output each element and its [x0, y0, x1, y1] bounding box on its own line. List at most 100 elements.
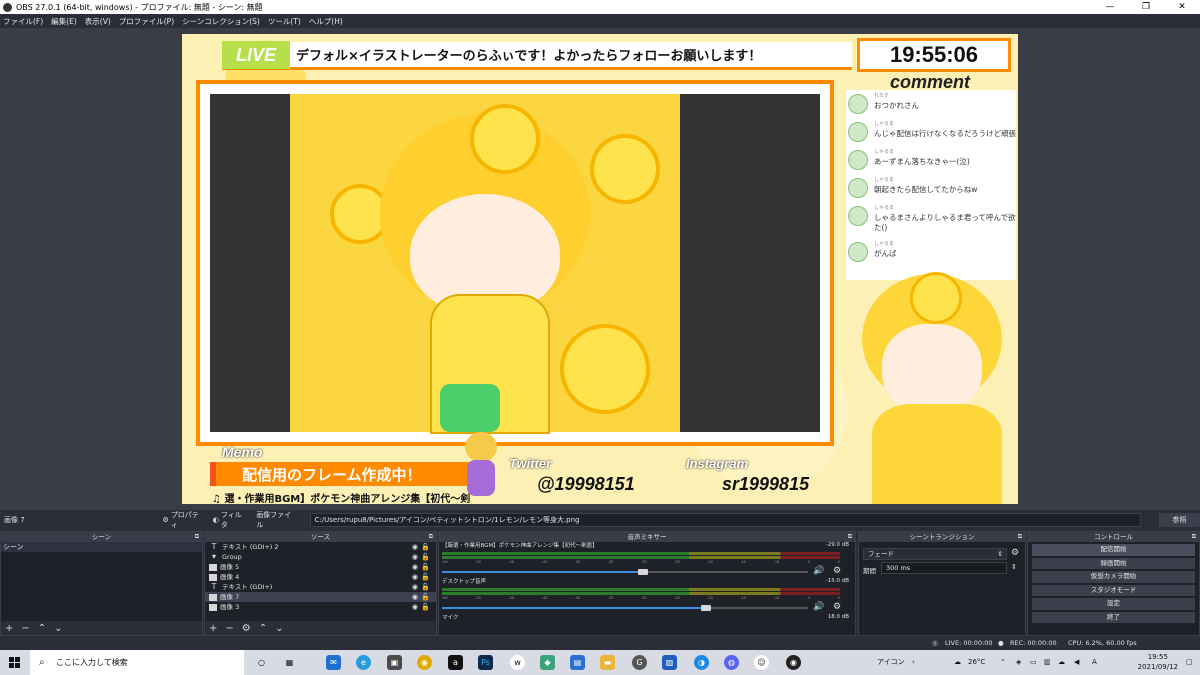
notification-icon[interactable]: ▢	[1186, 650, 1193, 675]
weather-temp[interactable]: 26°C	[968, 650, 985, 675]
unlock-icon[interactable]: 🔓	[421, 572, 430, 582]
volume-slider-handle[interactable]	[700, 605, 711, 611]
app-icon[interactable]: ◆	[540, 655, 555, 670]
chevron-up-icon[interactable]: ⌃	[1000, 650, 1006, 675]
menu-help[interactable]: ヘルプ(H)	[309, 16, 343, 27]
word-app-icon[interactable]: w	[510, 655, 525, 670]
float-dock-icon[interactable]: ⧉	[1192, 532, 1196, 542]
store-icon[interactable]: ▣	[387, 655, 402, 670]
move-down-icon[interactable]: ⌄	[275, 623, 283, 634]
menu-view[interactable]: 表示(V)	[85, 16, 111, 27]
start-streaming-button[interactable]: 配信開始	[1032, 544, 1195, 556]
add-icon[interactable]: +	[209, 623, 217, 634]
settings-button[interactable]: 設定	[1032, 598, 1195, 610]
menu-file[interactable]: ファイル(F)	[3, 16, 43, 27]
transition-select[interactable]: フェード ⇕	[863, 548, 1007, 560]
task-switch-icon[interactable]: ▦	[282, 655, 297, 670]
unlock-icon[interactable]: 🔓	[421, 582, 430, 592]
menu-profile[interactable]: プロファイル(P)	[119, 16, 174, 27]
volume-slider[interactable]	[442, 569, 808, 575]
visibility-eye-icon[interactable]: ◉	[412, 552, 418, 562]
start-virtual-camera-button[interactable]: 仮想カメラ開始	[1032, 571, 1195, 583]
speaker-icon[interactable]: 🔊	[813, 602, 824, 612]
taskbar-search-input[interactable]: ⌕ ここに入力して検索	[30, 650, 244, 675]
close-button[interactable]: ✕	[1164, 0, 1200, 14]
minimize-button[interactable]: —	[1092, 0, 1128, 14]
source-item[interactable]: 画像 3 ◉ 🔓	[205, 602, 436, 612]
unlock-icon[interactable]: 🔓	[421, 542, 430, 552]
move-up-icon[interactable]: ⌃	[38, 623, 46, 634]
menu-scene-collection[interactable]: シーンコレクション(S)	[182, 16, 260, 27]
ime-indicator[interactable]: A	[1092, 650, 1097, 675]
visibility-eye-icon[interactable]: ◉	[412, 542, 418, 552]
app-tray-icon[interactable]: ◈	[1016, 650, 1021, 675]
move-up-icon[interactable]: ⌃	[259, 623, 267, 634]
windows-start-icon[interactable]	[9, 657, 20, 668]
visibility-eye-icon[interactable]: ◉	[412, 592, 418, 602]
maximize-button[interactable]: ❐	[1128, 0, 1164, 14]
battery-icon[interactable]: ▭	[1030, 650, 1037, 675]
float-dock-icon[interactable]: ⧉	[1018, 532, 1022, 542]
remove-icon[interactable]: −	[21, 623, 29, 634]
unlock-icon[interactable]: 🔓	[421, 592, 430, 602]
float-dock-icon[interactable]: ⧉	[195, 532, 199, 542]
studio-mode-button[interactable]: スタジオモード	[1032, 584, 1195, 596]
photos-icon[interactable]: ▧	[662, 655, 677, 670]
visibility-eye-icon[interactable]: ◉	[412, 602, 418, 612]
remove-icon[interactable]: −	[225, 623, 233, 634]
source-item[interactable]: ▾ Group ◉ 🔓	[205, 552, 436, 562]
visibility-eye-icon[interactable]: ◉	[412, 572, 418, 582]
network-icon[interactable]: ▥	[1044, 650, 1051, 675]
weather-icon[interactable]: ☁	[954, 650, 961, 675]
move-down-icon[interactable]: ⌄	[54, 623, 62, 634]
mail-icon[interactable]: ✉	[326, 655, 341, 670]
edge-browser-icon[interactable]: e	[356, 655, 371, 670]
source-item[interactable]: T テキスト (GDI+) 2 ◉ 🔓	[205, 542, 436, 552]
gear-icon[interactable]: ⚙	[833, 602, 841, 612]
source-item-selected[interactable]: 画像 7 ◉ 🔓	[205, 592, 436, 602]
taskbar-clock[interactable]: 19:55 2021/09/12	[1138, 652, 1178, 672]
task-view-icon[interactable]: ○	[254, 655, 269, 670]
menu-tools[interactable]: ツール(T)	[268, 16, 301, 27]
onedrive-icon[interactable]: ☁	[1058, 650, 1065, 675]
duration-field[interactable]: 300 ms	[881, 562, 1007, 574]
menu-edit[interactable]: 編集(E)	[51, 16, 77, 27]
visibility-eye-icon[interactable]: ◉	[412, 582, 418, 592]
amazon-icon[interactable]: a	[448, 655, 463, 670]
properties-button[interactable]: ⚙ プロパティ	[163, 510, 205, 530]
speaker-icon[interactable]: 🔊	[813, 566, 824, 576]
tray-label[interactable]: アイコン	[877, 650, 905, 675]
discord-icon[interactable]: ◍	[724, 655, 739, 670]
browse-button[interactable]: 参照	[1158, 513, 1200, 527]
folder-icon[interactable]: ▬	[600, 655, 615, 670]
source-item[interactable]: T テキスト (GDI+) ◉ 🔓	[205, 582, 436, 592]
add-icon[interactable]: +	[5, 623, 13, 634]
source-item[interactable]: 画像 4 ◉ 🔓	[205, 572, 436, 582]
volume-slider[interactable]	[442, 605, 808, 611]
chevron-left-icon[interactable]: ›	[912, 650, 915, 675]
volume-slider-handle[interactable]	[638, 569, 649, 575]
image-path-field[interactable]: C:/Users/rupu8/Pictures/アイコン/ペティットシトロン/1…	[309, 513, 1141, 527]
source-item[interactable]: 画像 5 ◉ 🔓	[205, 562, 436, 572]
spinner-icon[interactable]: ⇕	[1011, 563, 1017, 571]
filters-button[interactable]: ◐ フィルタ	[213, 510, 248, 530]
unlock-icon[interactable]: 🔓	[421, 602, 430, 612]
chrome-icon[interactable]: ◉	[417, 655, 432, 670]
app-icon[interactable]: G	[632, 655, 647, 670]
gear-icon[interactable]: ⚙	[1011, 548, 1019, 558]
gear-icon[interactable]: ⚙	[833, 566, 841, 576]
photoshop-icon[interactable]: Ps	[478, 655, 493, 670]
exit-button[interactable]: 終了	[1032, 611, 1195, 623]
scene-item[interactable]: シーン	[1, 542, 202, 552]
obs-taskbar-icon[interactable]: ◉	[786, 655, 801, 670]
float-dock-icon[interactable]: ⧉	[429, 532, 433, 542]
preview-canvas[interactable]: LIVE デフォル×イラストレーターのらふぃです！よかったらフォローお願いします…	[182, 34, 1018, 504]
calendar-icon[interactable]: ▤	[570, 655, 585, 670]
unlock-icon[interactable]: 🔓	[421, 552, 430, 562]
start-recording-button[interactable]: 録画開始	[1032, 557, 1195, 569]
unlock-icon[interactable]: 🔓	[421, 562, 430, 572]
gear-icon[interactable]: ⚙	[242, 623, 251, 634]
preview-area[interactable]: LIVE デフォル×イラストレーターのらふぃです！よかったらフォローお願いします…	[0, 28, 1200, 510]
chat-app-icon[interactable]: ☺	[754, 655, 769, 670]
float-dock-icon[interactable]: ⧉	[848, 532, 852, 542]
